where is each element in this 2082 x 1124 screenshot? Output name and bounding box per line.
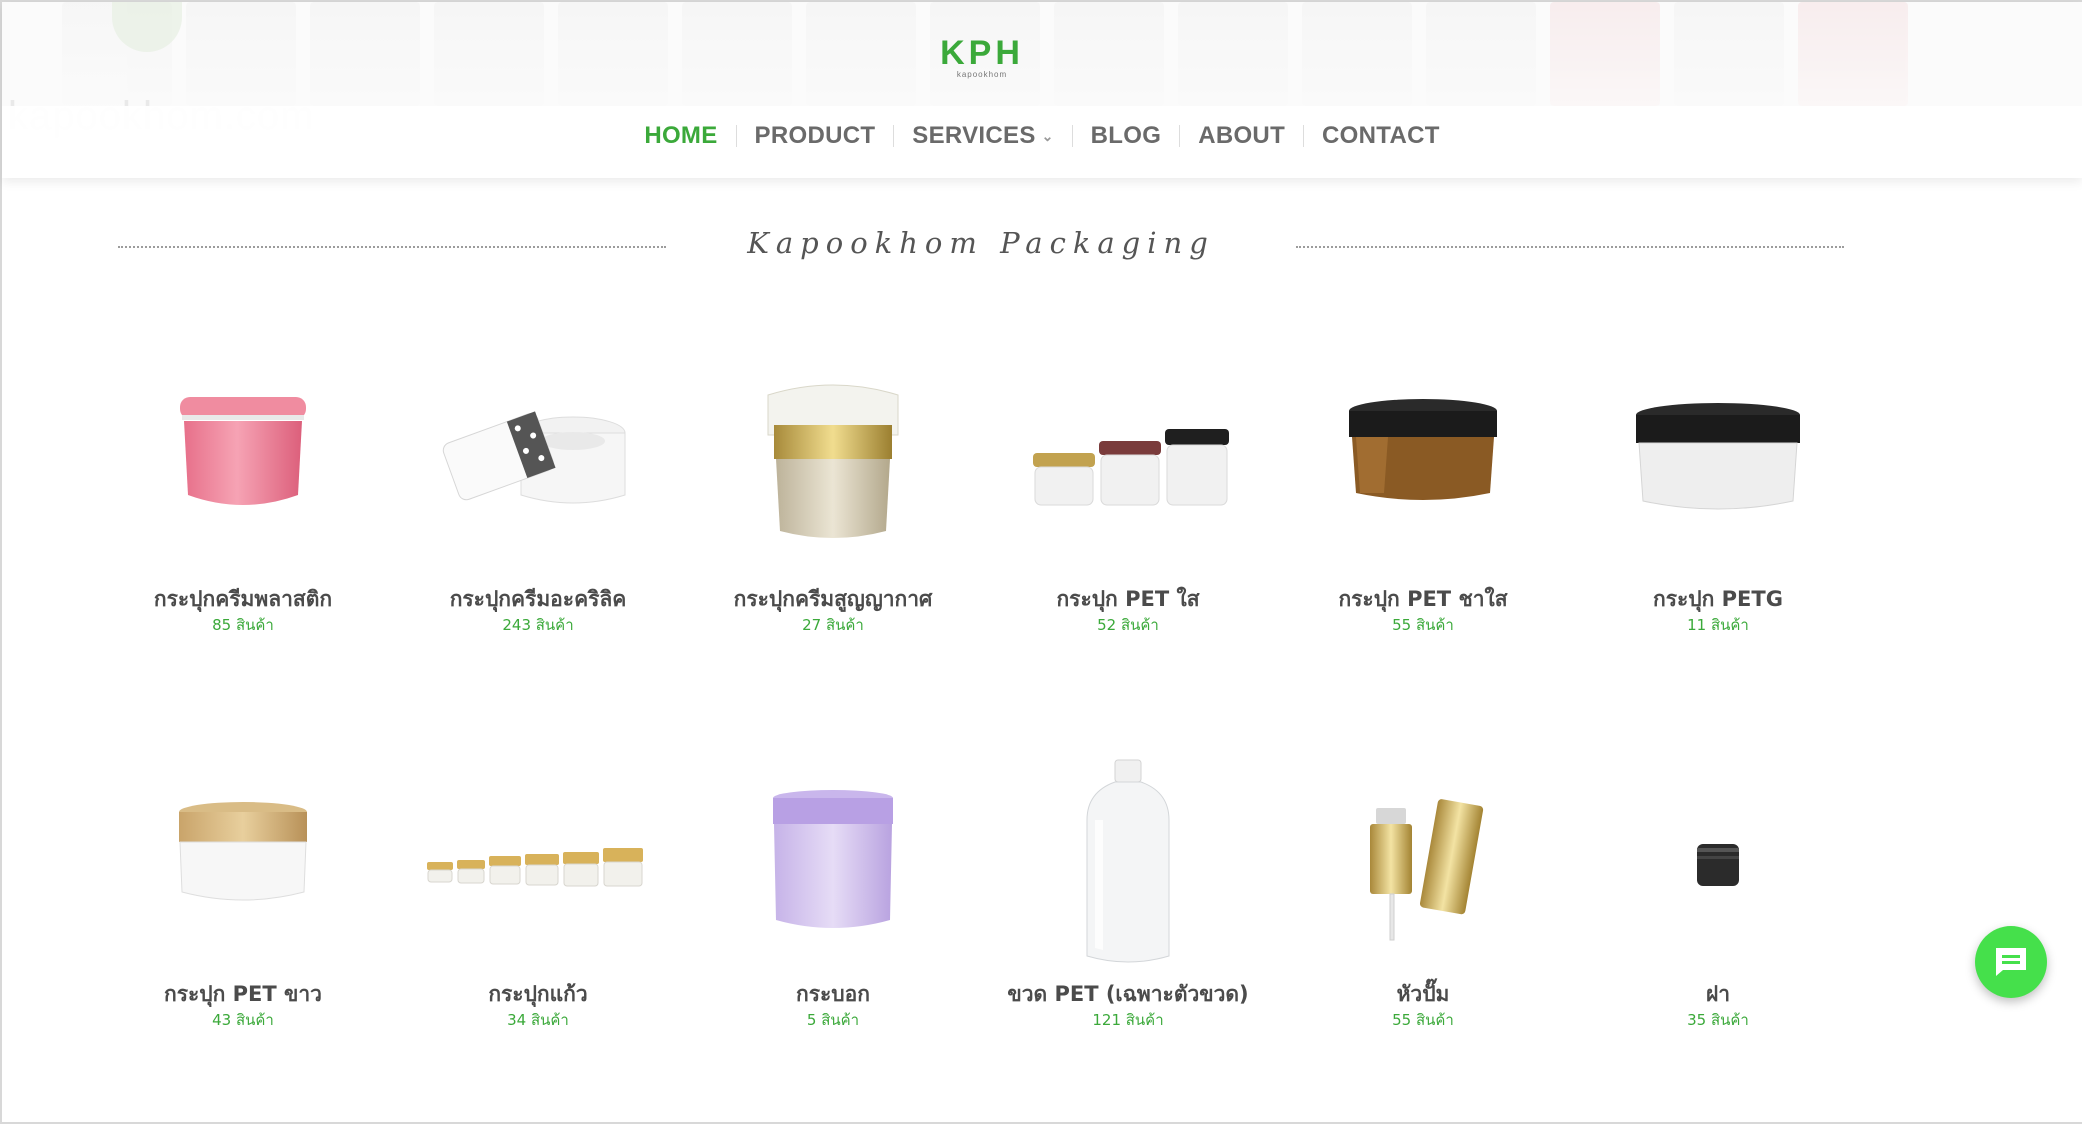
clear-pet-jars-icon xyxy=(983,355,1273,585)
category-name: กระปุก PET ชาใส xyxy=(1338,587,1508,611)
category-name: กระปุก PET ใส xyxy=(1056,587,1200,611)
category-card[interactable]: กระปุกแก้ว 34 สินค้า xyxy=(393,750,683,1031)
category-card[interactable]: กระปุก PET ใส 52 สินค้า xyxy=(983,355,1273,636)
category-count: 27 สินค้า xyxy=(802,616,864,634)
gold-pump-head-icon xyxy=(1278,750,1568,980)
category-count: 55 สินค้า xyxy=(1392,1011,1454,1029)
category-count: 243 สินค้า xyxy=(502,616,574,634)
category-name: กระปุก PETG xyxy=(1653,587,1783,611)
clear-pet-bottle-icon xyxy=(983,750,1273,980)
category-name: กระปุก PET ขาว xyxy=(164,982,322,1006)
category-name: ขวด PET (เฉพาะตัวขวด) xyxy=(1007,982,1249,1006)
chat-icon xyxy=(1996,948,2026,976)
category-name: หัวปั๊ม xyxy=(1396,982,1450,1006)
category-count: 43 สินค้า xyxy=(212,1011,274,1029)
category-count: 11 สินค้า xyxy=(1687,616,1749,634)
clear-petg-jar-icon xyxy=(1573,355,1863,585)
category-name: กระปุกแก้ว xyxy=(488,982,588,1006)
glass-jars-row-icon xyxy=(393,750,683,980)
category-count: 121 สินค้า xyxy=(1092,1011,1164,1029)
category-count: 35 สินค้า xyxy=(1687,1011,1749,1029)
category-name: กระบอก xyxy=(796,982,870,1006)
category-card[interactable]: กระปุกครีมพลาสติก 85 สินค้า xyxy=(98,355,388,636)
category-card[interactable]: กระปุกครีมอะคริลิค 243 สินค้า xyxy=(393,355,683,636)
acrylic-cream-jar-icon xyxy=(393,355,683,585)
purple-canister-icon xyxy=(688,750,978,980)
category-count: 55 สินค้า xyxy=(1392,616,1454,634)
category-card[interactable]: กระปุก PETG 11 สินค้า xyxy=(1573,355,1863,636)
category-card[interactable]: ขวด PET (เฉพาะตัวขวด) 121 สินค้า xyxy=(983,750,1273,1031)
category-name: กระปุกครีมพลาสติก xyxy=(153,587,333,611)
category-name: กระปุกครีมสูญญากาศ xyxy=(733,587,933,611)
amber-pet-jar-icon xyxy=(1278,355,1568,585)
category-card[interactable]: กระบอก 5 สินค้า xyxy=(688,750,978,1031)
category-card[interactable]: ฝา 35 สินค้า xyxy=(1573,750,1863,1031)
category-grid: กระปุกครีมพลาสติก 85 สินค้า กระปุกครีมอะ… xyxy=(0,0,2082,1124)
category-card[interactable]: กระปุก PET ชาใส 55 สินค้า xyxy=(1278,355,1568,636)
airless-gold-jar-icon xyxy=(688,355,978,585)
pink-cream-jar-icon xyxy=(98,355,388,585)
chat-button[interactable] xyxy=(1975,926,2047,998)
category-count: 5 สินค้า xyxy=(806,1011,860,1029)
category-name: ฝา xyxy=(1705,982,1731,1006)
category-count: 52 สินค้า xyxy=(1097,616,1159,634)
category-count: 85 สินค้า xyxy=(212,616,274,634)
category-name: กระปุกครีมอะคริลิค xyxy=(449,587,627,611)
category-card[interactable]: หัวปั๊ม 55 สินค้า xyxy=(1278,750,1568,1031)
category-card[interactable]: กระปุกครีมสูญญากาศ 27 สินค้า xyxy=(688,355,978,636)
white-pet-jar-icon xyxy=(98,750,388,980)
black-cap-icon xyxy=(1573,750,1863,980)
category-count: 34 สินค้า xyxy=(507,1011,569,1029)
category-card[interactable]: กระปุก PET ขาว 43 สินค้า xyxy=(98,750,388,1031)
